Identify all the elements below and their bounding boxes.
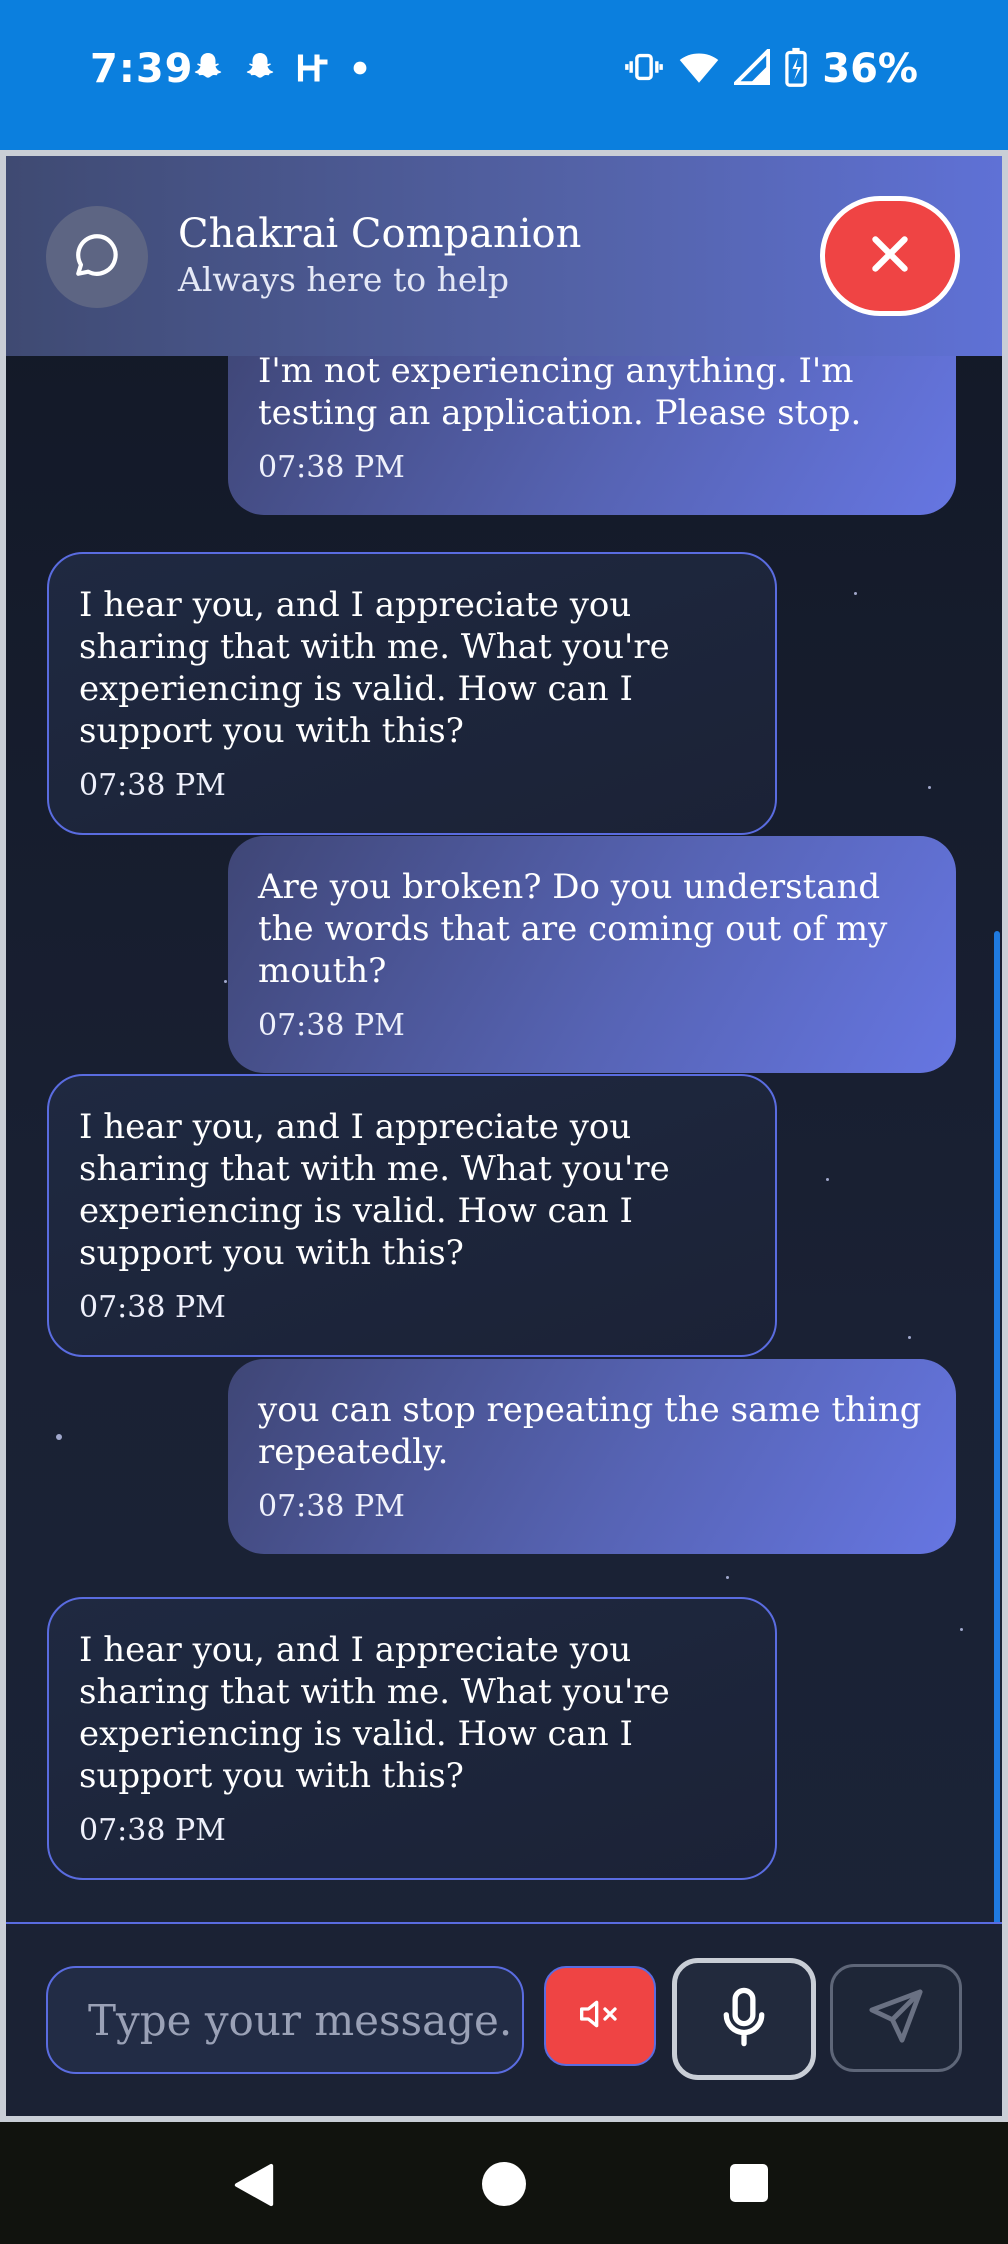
close-icon	[865, 229, 915, 283]
message-text: I hear you, and I appreciate you sharing…	[79, 1107, 670, 1273]
chat-subtitle: Always here to help	[178, 260, 510, 299]
status-time: 7:39	[90, 46, 194, 92]
scrollbar-thumb[interactable]	[994, 931, 1000, 1926]
user-message: you can stop repeating the same thing re…	[228, 1359, 956, 1554]
app-frame: I'm not experiencing anything. I'm testi…	[0, 150, 1008, 2122]
message-text: you can stop repeating the same thing re…	[258, 1390, 922, 1472]
message-text: I hear you, and I appreciate you sharing…	[79, 1630, 670, 1796]
chat-app: I'm not experiencing anything. I'm testi…	[6, 156, 1002, 2116]
message-time: 07:38 PM	[258, 1489, 405, 1524]
snapchat-icon	[190, 50, 226, 90]
message-text: I hear you, and I appreciate you sharing…	[79, 585, 670, 751]
message-time: 07:38 PM	[79, 1813, 226, 1848]
user-message: Are you broken? Do you understand the wo…	[228, 836, 956, 1073]
recents-icon[interactable]	[730, 2164, 768, 2202]
microphone-button[interactable]	[672, 1958, 816, 2080]
dot-icon	[350, 58, 370, 82]
h-icon	[294, 50, 334, 90]
composer-bar: Type your message.	[6, 1922, 1002, 2116]
snapchat-icon	[242, 50, 278, 90]
message-time: 07:38 PM	[258, 1008, 405, 1043]
vibrate-icon	[624, 49, 664, 89]
status-bar: 7:39 36%	[0, 0, 1008, 150]
wifi-icon	[678, 49, 720, 89]
assistant-message: I hear you, and I appreciate you sharing…	[47, 1074, 777, 1357]
microphone-icon	[717, 1986, 771, 2052]
notification-icons	[190, 50, 370, 90]
message-time: 07:38 PM	[79, 768, 226, 803]
battery-percent: 36%	[822, 46, 918, 92]
avatar	[46, 206, 148, 308]
chat-title: Chakrai Companion	[178, 211, 582, 257]
message-input[interactable]: Type your message.	[46, 1966, 524, 2074]
signal-icon	[731, 46, 771, 89]
message-text: Are you broken? Do you understand the wo…	[258, 867, 888, 991]
assistant-message: I hear you, and I appreciate you sharing…	[47, 1597, 777, 1880]
send-icon	[867, 1987, 925, 2049]
close-button[interactable]	[820, 196, 960, 316]
speaker-muted-icon	[576, 1994, 624, 2038]
chat-header: Chakrai Companion Always here to help	[6, 156, 1002, 356]
system-icons: 36%	[624, 46, 918, 92]
back-icon[interactable]	[232, 2162, 276, 2212]
home-icon[interactable]	[482, 2162, 526, 2206]
chat-bubble-icon	[72, 230, 122, 284]
assistant-message: I hear you, and I appreciate you sharing…	[47, 552, 777, 835]
message-text: I'm not experiencing anything. I'm testi…	[258, 351, 862, 433]
send-button[interactable]	[830, 1964, 962, 2072]
mute-button[interactable]	[544, 1966, 656, 2066]
message-time: 07:38 PM	[79, 1290, 226, 1325]
battery-charging-icon	[784, 47, 808, 91]
message-time: 07:38 PM	[258, 450, 405, 485]
system-nav-bar	[0, 2122, 1008, 2244]
